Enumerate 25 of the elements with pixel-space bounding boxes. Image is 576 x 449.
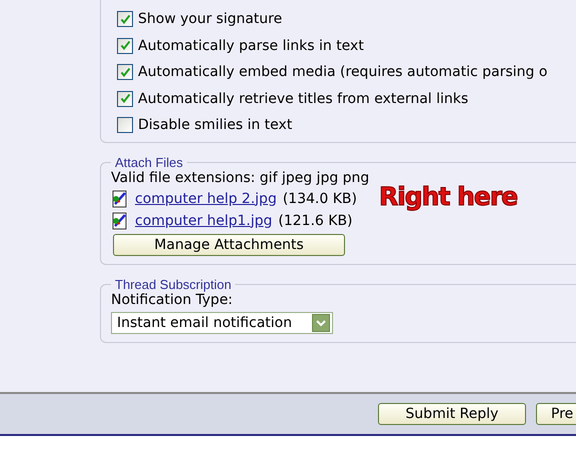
checkbox-label: Show your signature: [138, 11, 282, 28]
image-file-icon: [111, 212, 129, 230]
notification-type-label: Notification Type:: [111, 292, 234, 308]
file-extensions-text: Valid file extensions: gif jpeg jpg png: [111, 170, 370, 186]
panel-legend: Thread Subscription: [111, 276, 236, 292]
annotation-text: Right here: [378, 182, 518, 212]
file-size: (121.6 KB): [278, 212, 353, 228]
file-size: (134.0 KB): [282, 190, 357, 206]
checkbox[interactable]: [117, 11, 133, 28]
image-file-icon: [111, 190, 129, 208]
checkbox-label: Disable smilies in text: [138, 117, 292, 134]
checkbox-label: Automatically retrieve titles from external links: [138, 90, 468, 107]
file-link[interactable]: computer help 2.jpg: [135, 190, 277, 206]
checkbox[interactable]: [117, 64, 133, 80]
checkbox[interactable]: [117, 90, 133, 107]
form-button[interactable]: Pre: [536, 403, 576, 425]
checkbox[interactable]: [117, 38, 133, 54]
file-link[interactable]: computer help1.jpg: [135, 212, 272, 228]
manage-attachments-button[interactable]: Manage Attachments: [113, 234, 345, 256]
checkbox-label: Automatically embed media (requires automatic parsing o: [138, 64, 548, 80]
form-button[interactable]: Submit Reply: [378, 403, 526, 425]
panel-legend: Attach Files: [111, 154, 187, 170]
checkbox[interactable]: [117, 117, 133, 134]
checkbox-label: Automatically parse links in text: [138, 38, 364, 54]
notification-type-select[interactable]: Instant email notification: [111, 312, 333, 334]
